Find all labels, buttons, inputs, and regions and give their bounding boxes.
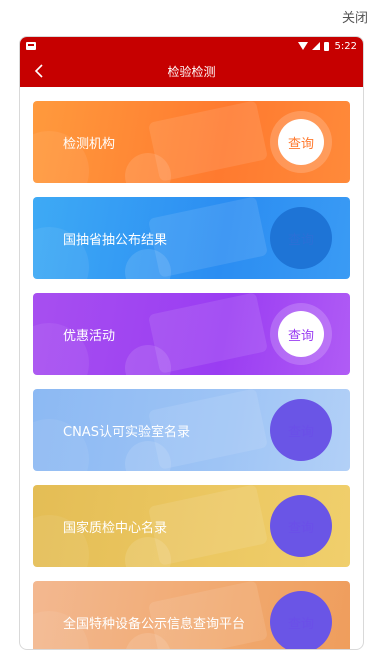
battery-icon <box>323 41 329 51</box>
status-bar: 5:22 <box>20 37 363 55</box>
query-button[interactable]: 查询 <box>270 303 332 365</box>
card-list: 检测机构 查询 国抽省抽公布结果 查询 优惠活动 查询 CNAS认可实验室名录 … <box>20 87 363 649</box>
back-arrow-icon[interactable] <box>30 62 50 80</box>
signal-icon <box>311 42 320 50</box>
status-time: 5:22 <box>334 40 357 52</box>
card-national-centers[interactable]: 国家质检中心名录 查询 <box>33 485 350 567</box>
query-button[interactable]: 查询 <box>270 591 332 649</box>
card-title: 检测机构 <box>63 136 116 152</box>
card-inspection-agency[interactable]: 检测机构 查询 <box>33 101 350 183</box>
card-sampling-results[interactable]: 国抽省抽公布结果 查询 <box>33 197 350 279</box>
query-button[interactable]: 查询 <box>270 399 332 461</box>
wifi-icon <box>297 42 308 50</box>
card-title: CNAS认可实验室名录 <box>63 424 190 440</box>
card-title: 全国特种设备公示信息查询平台 <box>63 616 246 632</box>
card-special-equipment[interactable]: 全国特种设备公示信息查询平台 查询 <box>33 581 350 649</box>
query-button[interactable]: 查询 <box>270 111 332 173</box>
phone-frame: 5:22 检验检测 检测机构 查询 国抽省抽公布结果 查询 优惠活动 查询 CN… <box>19 36 364 650</box>
notification-icon <box>26 42 36 50</box>
nav-bar: 检验检测 <box>20 55 363 87</box>
page-title: 检验检测 <box>167 64 216 79</box>
close-link[interactable]: 关闭 <box>342 7 368 26</box>
card-promotions[interactable]: 优惠活动 查询 <box>33 293 350 375</box>
query-button[interactable]: 查询 <box>270 207 332 269</box>
card-cnas-labs[interactable]: CNAS认可实验室名录 查询 <box>33 389 350 471</box>
card-title: 国家质检中心名录 <box>63 520 168 536</box>
query-button[interactable]: 查询 <box>270 495 332 557</box>
card-title: 国抽省抽公布结果 <box>63 232 168 248</box>
card-title: 优惠活动 <box>63 328 116 344</box>
